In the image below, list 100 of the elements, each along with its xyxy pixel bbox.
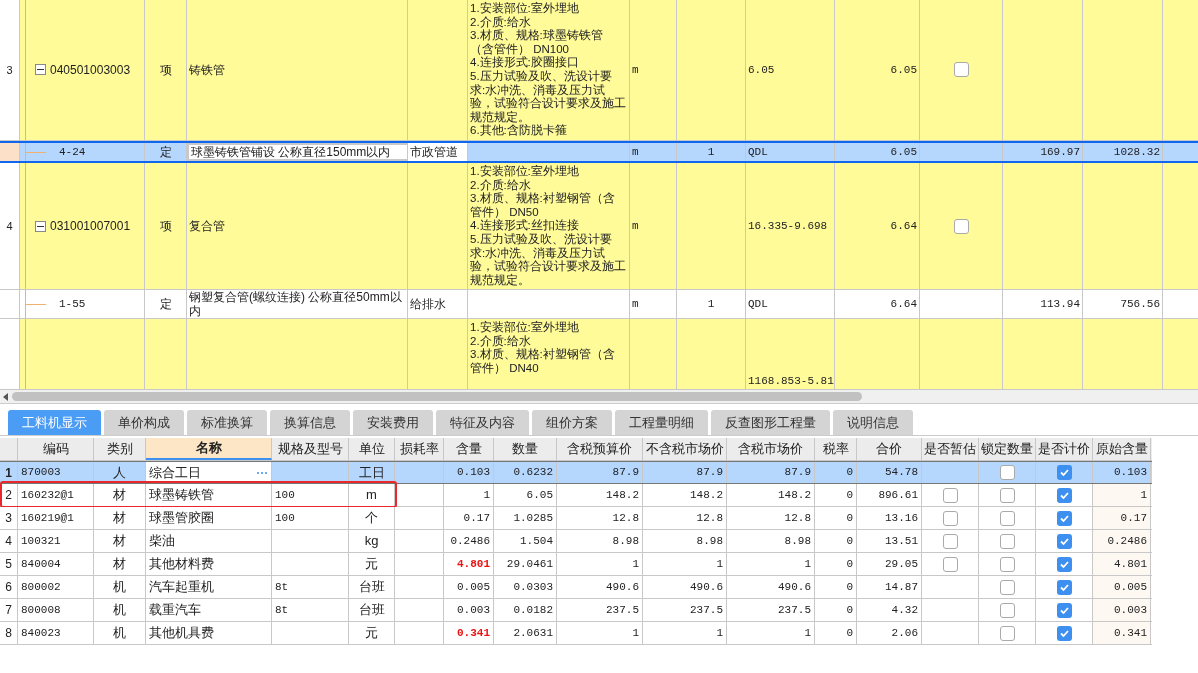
checkbox[interactable] [999, 465, 1015, 480]
column-header[interactable]: 数量 [494, 438, 557, 460]
checkbox[interactable] [1056, 625, 1072, 641]
more-icon[interactable] [256, 470, 268, 475]
feature-text: 1.安装部位:室外埋地 2.介质:给水 3.材质、规格:衬塑钢管（含 管件） DN40 [470, 321, 615, 376]
quantity-text: 29.0461 [506, 556, 553, 572]
scroll-left-icon[interactable] [2, 392, 10, 401]
type-text: 定 [159, 143, 172, 161]
quantity-text: 6.05 [890, 144, 917, 160]
total-text: 1028.32 [1113, 144, 1160, 160]
quantity-text: 6.64 [890, 297, 917, 313]
column-header[interactable]: 不含税市场价 [643, 438, 727, 460]
column-header[interactable]: 含量 [444, 438, 494, 460]
ex-tax-market-price-text: 237.5 [690, 602, 723, 618]
checkbox[interactable] [999, 533, 1015, 549]
row-header[interactable]: 3 [0, 0, 20, 140]
code-text: 160219@1 [21, 510, 74, 526]
checkbox[interactable] [1056, 510, 1072, 526]
unit-text: 元 [365, 555, 378, 574]
collapse-icon[interactable] [35, 64, 46, 76]
original-content-text: 0.2486 [1107, 533, 1147, 549]
tab[interactable]: 单价构成 [104, 410, 184, 435]
column-header[interactable]: 编码 [18, 438, 94, 460]
column-header[interactable]: 含税预算价 [557, 438, 643, 460]
tab[interactable]: 特征及内容 [436, 410, 529, 435]
checkbox[interactable] [999, 487, 1015, 503]
checkbox[interactable] [942, 533, 958, 549]
content-text: 0.005 [457, 579, 490, 595]
checkbox[interactable] [999, 602, 1015, 618]
type-text: 项 [159, 218, 172, 236]
checkbox[interactable] [942, 510, 958, 526]
column-header[interactable]: 是否计价 [1036, 438, 1093, 460]
code-text: 800002 [21, 579, 61, 595]
checkbox[interactable] [999, 510, 1015, 526]
column-header[interactable]: 锁定数量 [979, 438, 1036, 460]
row-number: 7 [5, 602, 12, 619]
column-header[interactable]: 损耗率 [395, 438, 444, 460]
code-text: 1-55 [59, 297, 86, 313]
checkbox[interactable] [1056, 487, 1072, 503]
code-text: 040501003003 [50, 61, 131, 79]
column-header[interactable]: 含税市场价 [727, 438, 815, 460]
row-header[interactable] [0, 142, 20, 161]
unit-text: m [632, 62, 639, 78]
total-text: 756.56 [1120, 297, 1160, 313]
checkbox[interactable] [1056, 602, 1072, 618]
tax-budget-price-text: 237.5 [606, 602, 639, 618]
total-text: 13.51 [885, 533, 918, 549]
checkbox[interactable] [953, 218, 969, 234]
category-text: 材 [113, 509, 126, 528]
column-header[interactable]: 税率 [815, 438, 857, 460]
checkbox[interactable] [953, 62, 969, 78]
category-text: 机 [113, 624, 126, 643]
checkbox[interactable] [999, 579, 1015, 595]
coefficient-text: 1 [707, 144, 715, 160]
original-content-text: 0.341 [1114, 625, 1147, 641]
code-text: 840004 [21, 556, 61, 572]
checkbox[interactable] [1056, 465, 1072, 480]
column-header[interactable]: 单位 [349, 438, 395, 460]
tab[interactable]: 标准换算 [187, 410, 267, 435]
tax-market-price-text: 490.6 [778, 579, 811, 595]
specialty-text: 给排水 [410, 296, 446, 314]
column-header[interactable]: 合价 [857, 438, 922, 460]
content-text: 0.103 [457, 465, 490, 481]
tab[interactable]: 换算信息 [270, 410, 350, 435]
checkbox[interactable] [999, 556, 1015, 572]
type-text: 定 [159, 296, 172, 314]
tab[interactable]: 工程量明细 [615, 410, 708, 435]
checkbox[interactable] [1056, 579, 1072, 595]
tab[interactable]: 安装费用 [353, 410, 433, 435]
type-text: 项 [159, 61, 172, 79]
checkbox[interactable] [1056, 533, 1072, 549]
unit-text: 元 [365, 624, 378, 643]
horizontal-scrollbar[interactable] [0, 390, 1198, 404]
coefficient-text: 1 [707, 297, 715, 313]
tab[interactable]: 组价方案 [532, 410, 612, 435]
unit-text: m [366, 486, 377, 505]
row-number: 5 [5, 556, 12, 573]
tax-rate-text: 0 [846, 533, 853, 549]
specialty-text: 市政管道 [410, 143, 458, 161]
total-text: 2.06 [891, 625, 918, 641]
checkbox[interactable] [942, 556, 958, 572]
total-text: 13.16 [885, 510, 918, 526]
tab[interactable]: 说明信息 [833, 410, 913, 435]
original-content-text: 0.103 [1114, 465, 1147, 481]
checkbox[interactable] [1056, 556, 1072, 572]
category-text: 材 [113, 532, 126, 551]
column-header[interactable]: 是否暂估 [922, 438, 979, 460]
collapse-icon[interactable] [35, 220, 46, 232]
tax-rate-text: 0 [846, 556, 853, 572]
checkbox[interactable] [999, 625, 1015, 641]
column-header[interactable]: 规格及型号 [272, 438, 349, 460]
row-header[interactable]: 4 [0, 162, 20, 290]
column-header[interactable]: 原始含量 [1093, 438, 1151, 460]
column-header[interactable]: 名称 [146, 438, 272, 460]
tax-budget-price-text: 1 [632, 556, 639, 572]
category-text: 人 [113, 463, 126, 482]
spec-text: 100 [275, 487, 295, 503]
tab[interactable]: 反查图形工程量 [711, 410, 830, 435]
expression-text: 6.05 [748, 62, 775, 78]
checkbox[interactable] [942, 487, 958, 503]
